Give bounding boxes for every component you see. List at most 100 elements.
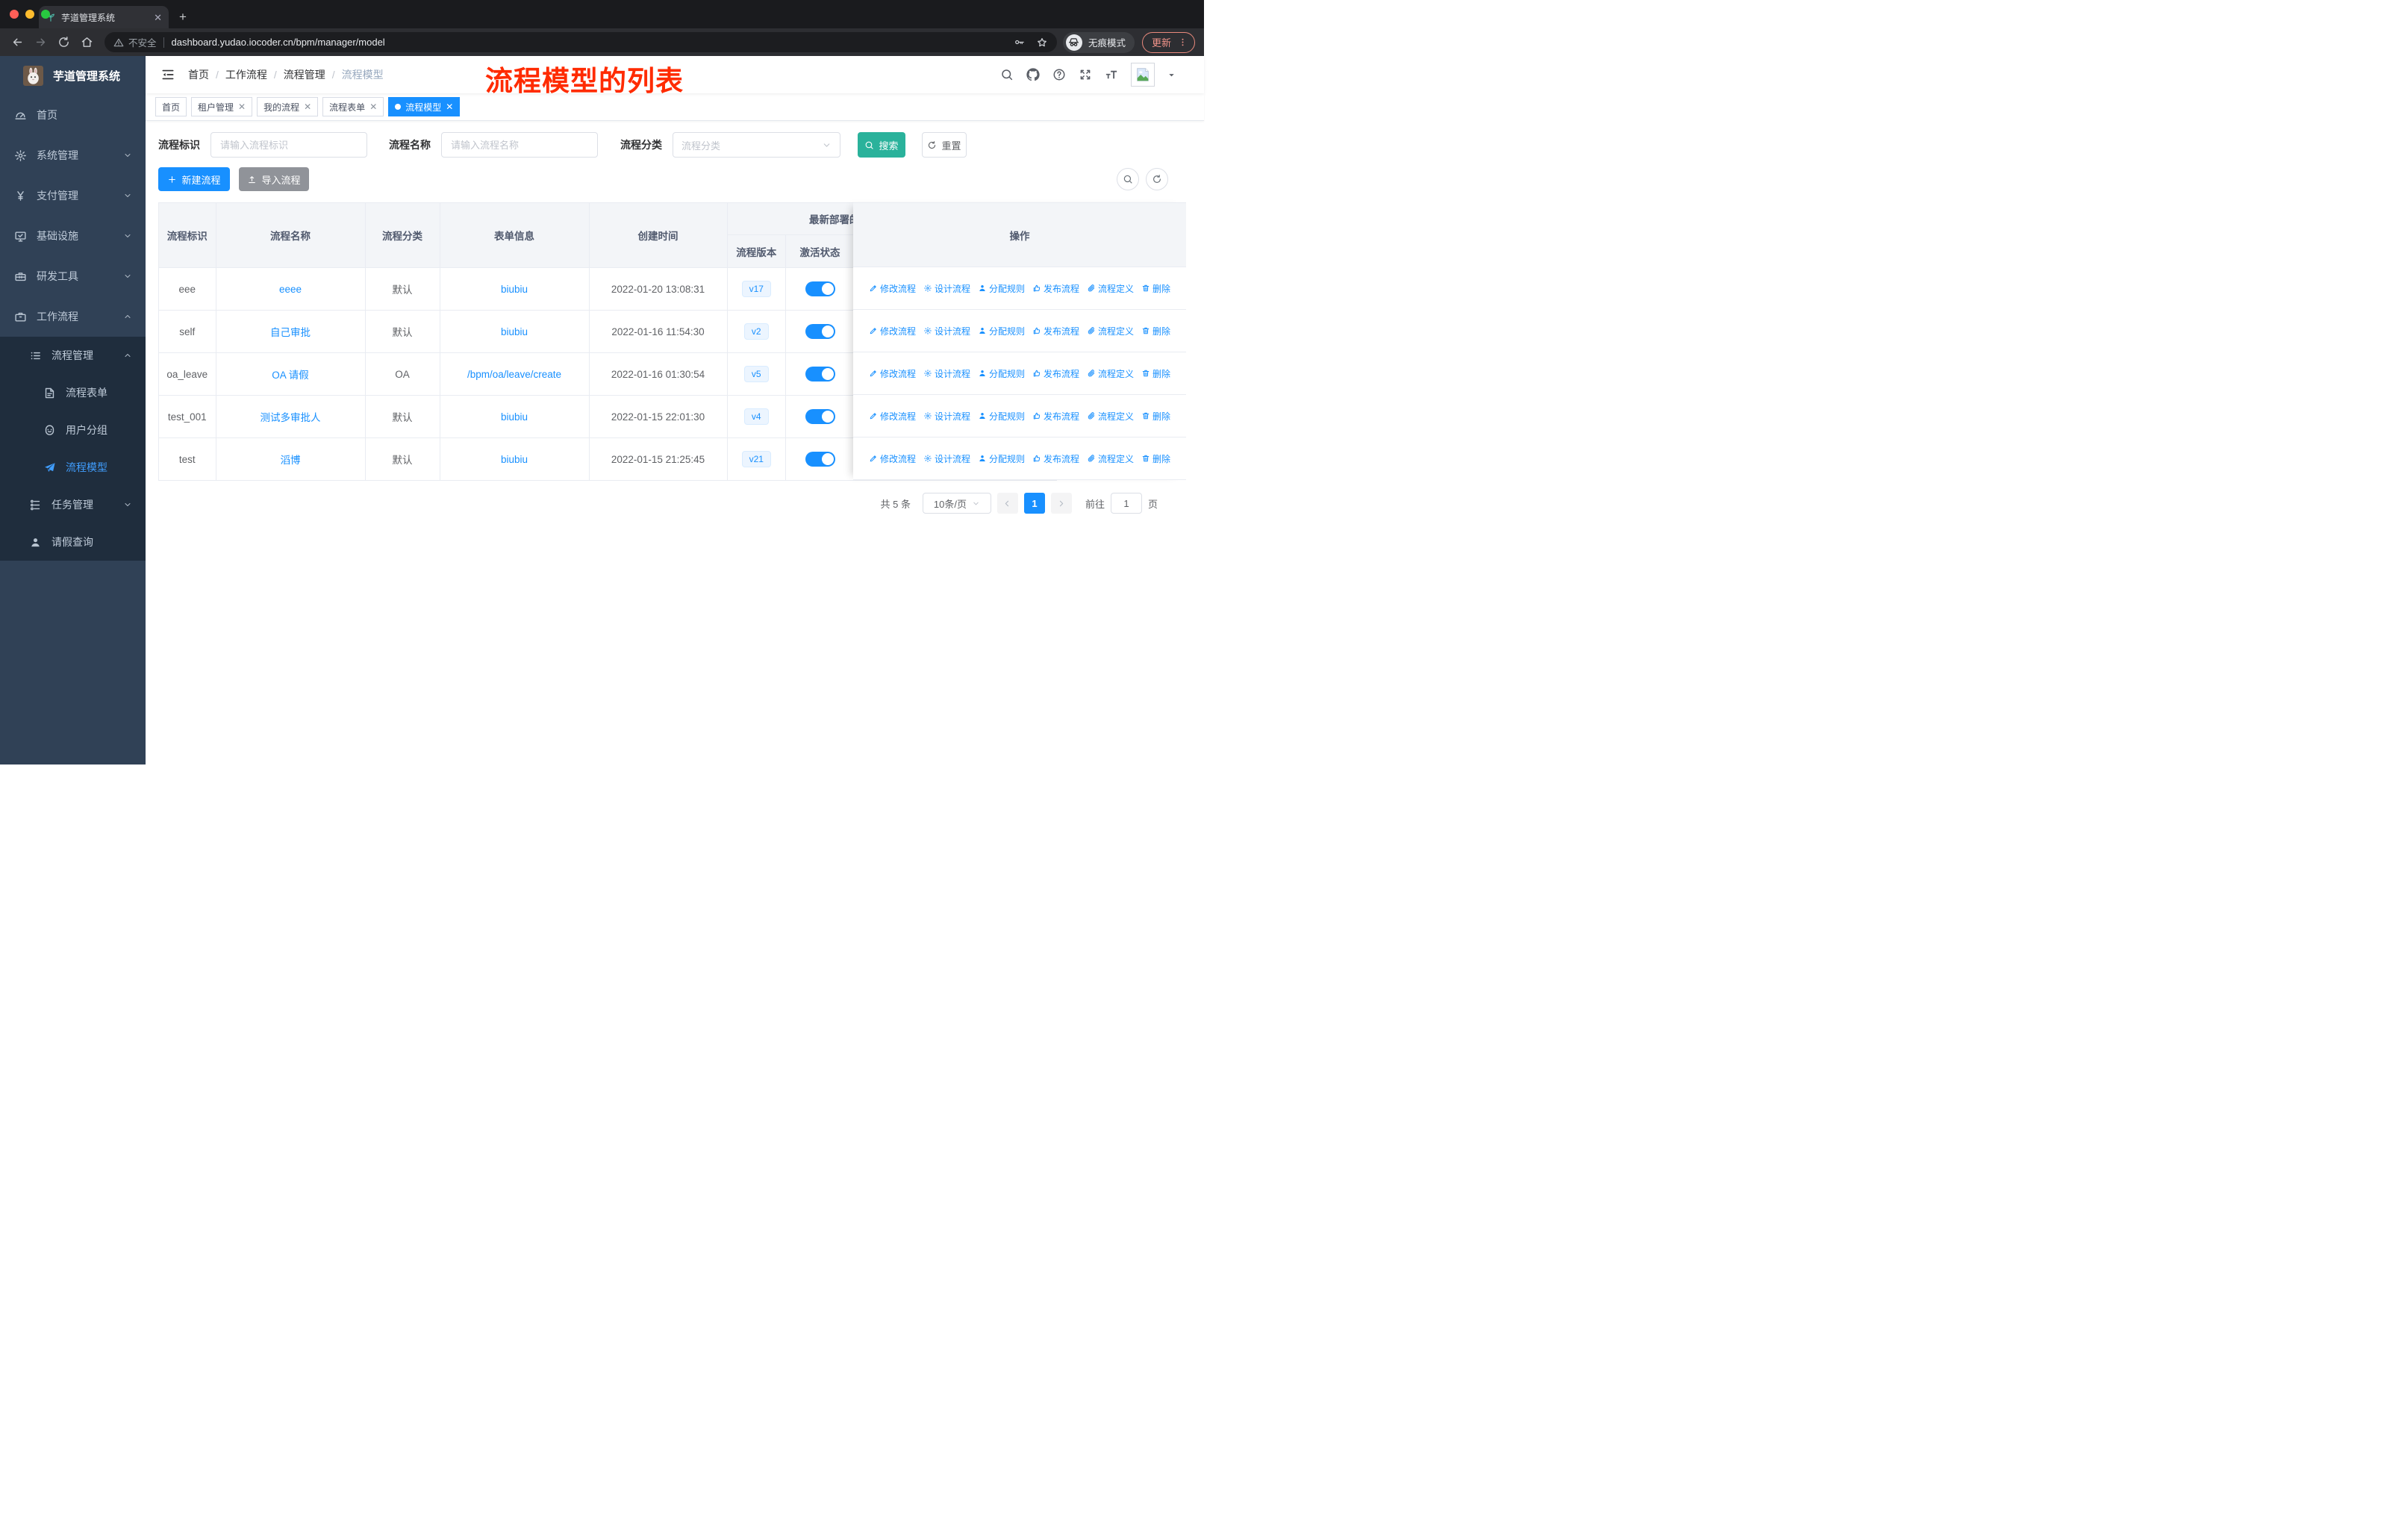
action-delete-link[interactable]: 删除: [1141, 452, 1170, 465]
active-toggle[interactable]: [805, 367, 835, 382]
avatar[interactable]: [1131, 63, 1155, 87]
action-assign-link[interactable]: 分配规则: [978, 325, 1025, 337]
action-publish-link[interactable]: 发布流程: [1032, 282, 1079, 295]
password-key-icon[interactable]: [1014, 37, 1025, 48]
action-definition-link[interactable]: 流程定义: [1087, 410, 1134, 423]
tag-2[interactable]: 我的流程 ✕: [257, 97, 319, 116]
prev-page-button[interactable]: [996, 493, 1018, 514]
user-menu-caret-icon[interactable]: [1167, 71, 1176, 79]
current-page-button[interactable]: 1: [1023, 493, 1045, 514]
action-design-link[interactable]: 设计流程: [923, 367, 970, 380]
not-secure-warning-icon[interactable]: [113, 37, 124, 48]
active-toggle[interactable]: [805, 452, 835, 467]
window-zoom-button[interactable]: [41, 10, 50, 19]
breadcrumb-item-2[interactable]: 流程管理: [284, 67, 325, 82]
home-icon[interactable]: [81, 36, 93, 49]
window-close-button[interactable]: [10, 10, 19, 19]
refresh-table-button[interactable]: [1146, 168, 1168, 190]
breadcrumb-item-1[interactable]: 工作流程: [225, 67, 267, 82]
action-publish-link[interactable]: 发布流程: [1032, 452, 1079, 465]
action-edit-link[interactable]: 修改流程: [869, 410, 916, 423]
address-bar[interactable]: 不安全 dashboard.yudao.iocoder.cn/bpm/manag…: [105, 32, 1057, 52]
action-design-link[interactable]: 设计流程: [923, 452, 970, 465]
help-icon[interactable]: [1052, 68, 1066, 81]
action-publish-link[interactable]: 发布流程: [1032, 410, 1079, 423]
github-icon[interactable]: [1026, 68, 1040, 81]
action-edit-link[interactable]: 修改流程: [869, 325, 916, 337]
tag-close-icon[interactable]: ✕: [446, 102, 453, 111]
process-name-link[interactable]: eeee: [279, 284, 302, 295]
search-button[interactable]: 搜索: [858, 132, 905, 158]
active-toggle[interactable]: [805, 409, 835, 424]
sidebar-item-0[interactable]: 首页: [0, 95, 146, 135]
action-delete-link[interactable]: 删除: [1141, 410, 1170, 423]
action-assign-link[interactable]: 分配规则: [978, 367, 1025, 380]
sidebar-item-7[interactable]: 流程表单: [0, 374, 146, 411]
tag-3[interactable]: 流程表单 ✕: [322, 97, 384, 116]
process-name-link[interactable]: 自己审批: [270, 327, 311, 338]
tag-close-icon[interactable]: ✕: [369, 102, 377, 111]
action-edit-link[interactable]: 修改流程: [869, 367, 916, 380]
bookmark-star-icon[interactable]: [1036, 37, 1048, 49]
url-text[interactable]: dashboard.yudao.iocoder.cn/bpm/manager/m…: [172, 37, 1014, 48]
tag-close-icon[interactable]: ✕: [304, 102, 311, 111]
action-assign-link[interactable]: 分配规则: [978, 452, 1025, 465]
tab-close-icon[interactable]: ✕: [154, 13, 162, 22]
back-icon[interactable]: [11, 36, 24, 49]
sidebar-item-6[interactable]: 流程管理: [0, 337, 146, 374]
new-tab-button[interactable]: +: [179, 10, 187, 23]
sidebar-item-5[interactable]: 工作流程: [0, 296, 146, 337]
action-design-link[interactable]: 设计流程: [923, 282, 970, 295]
tag-close-icon[interactable]: ✕: [238, 102, 246, 111]
action-design-link[interactable]: 设计流程: [923, 325, 970, 337]
update-button[interactable]: 更新: [1141, 31, 1195, 53]
forward-icon[interactable]: [34, 36, 47, 49]
browser-menu-dots-icon[interactable]: [1178, 37, 1188, 47]
sidebar-item-10[interactable]: 任务管理: [0, 486, 146, 523]
form-info-link[interactable]: biubiu: [501, 326, 528, 337]
reset-button[interactable]: 重置: [922, 132, 967, 158]
window-minimize-button[interactable]: [25, 10, 34, 19]
sidebar-item-2[interactable]: 支付管理: [0, 175, 146, 216]
action-definition-link[interactable]: 流程定义: [1087, 282, 1134, 295]
form-info-link[interactable]: biubiu: [501, 411, 528, 423]
filter-select-2[interactable]: 流程分类: [673, 132, 840, 158]
filter-input-1[interactable]: [441, 132, 598, 158]
reload-icon[interactable]: [57, 36, 70, 49]
process-name-link[interactable]: 滔博: [281, 455, 301, 466]
action-publish-link[interactable]: 发布流程: [1032, 367, 1079, 380]
hamburger-icon[interactable]: [160, 67, 175, 82]
action-definition-link[interactable]: 流程定义: [1087, 367, 1134, 380]
action-design-link[interactable]: 设计流程: [923, 410, 970, 423]
tag-0[interactable]: 首页: [155, 97, 187, 116]
active-toggle[interactable]: [805, 324, 835, 339]
sidebar-item-4[interactable]: 研发工具: [0, 256, 146, 296]
process-name-link[interactable]: OA 请假: [272, 370, 309, 381]
form-info-link[interactable]: biubiu: [501, 454, 528, 465]
fullscreen-icon[interactable]: [1079, 68, 1092, 81]
process-name-link[interactable]: 测试多审批人: [261, 412, 321, 423]
action-definition-link[interactable]: 流程定义: [1087, 325, 1134, 337]
create-process-button[interactable]: 新建流程: [158, 167, 230, 191]
sidebar-item-9[interactable]: 流程模型: [0, 449, 146, 486]
action-assign-link[interactable]: 分配规则: [978, 410, 1025, 423]
import-process-button[interactable]: 导入流程: [239, 167, 309, 191]
header-search-icon[interactable]: [1000, 68, 1014, 81]
action-delete-link[interactable]: 删除: [1141, 325, 1170, 337]
toggle-search-button[interactable]: [1117, 168, 1139, 190]
active-toggle[interactable]: [805, 281, 835, 296]
sidebar-item-1[interactable]: 系统管理: [0, 135, 146, 175]
action-edit-link[interactable]: 修改流程: [869, 452, 916, 465]
form-info-link[interactable]: /bpm/oa/leave/create: [467, 369, 561, 380]
font-size-icon[interactable]: [1105, 68, 1118, 81]
sidebar-item-11[interactable]: 请假查询: [0, 523, 146, 561]
browser-tab[interactable]: 芋道管理系统 ✕: [39, 6, 169, 28]
action-publish-link[interactable]: 发布流程: [1032, 325, 1079, 337]
action-delete-link[interactable]: 删除: [1141, 282, 1170, 295]
action-definition-link[interactable]: 流程定义: [1087, 452, 1134, 465]
goto-page-input[interactable]: [1110, 493, 1142, 514]
sidebar-item-3[interactable]: 基础设施: [0, 216, 146, 256]
sidebar-item-8[interactable]: 用户分组: [0, 411, 146, 449]
action-delete-link[interactable]: 删除: [1141, 367, 1170, 380]
action-edit-link[interactable]: 修改流程: [869, 282, 916, 295]
